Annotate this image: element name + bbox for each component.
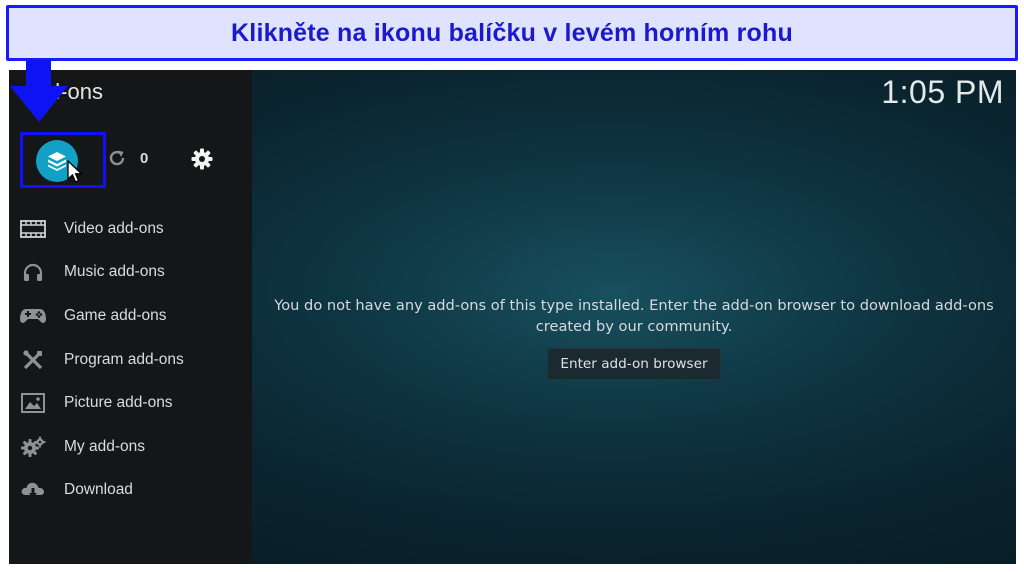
sidebar-item-label: Picture add-ons [64,394,173,412]
sidebar-item-video-addons[interactable]: Video add-ons [9,207,252,251]
enter-addon-browser-button[interactable]: Enter add-on browser [547,348,721,380]
pointer-arrow-icon [10,60,68,122]
gears-icon [19,436,47,458]
empty-state-message: You do not have any add-ons of this type… [274,297,994,335]
sidebar-item-label: My add-ons [64,437,145,455]
sidebar-item-my-addons[interactable]: My add-ons [9,425,252,469]
update-count: 0 [140,150,149,167]
cloud-download-icon [19,479,47,501]
kodi-window: Add-ons 0 [9,70,1016,564]
mouse-cursor-icon [67,160,84,183]
headphones-icon [19,261,47,283]
sidebar-item-picture-addons[interactable]: Picture add-ons [9,381,252,425]
gear-icon[interactable] [190,147,214,171]
instruction-banner: Klikněte na ikonu balíčku v levém horním… [6,5,1018,61]
picture-icon [19,392,47,414]
refresh-icon[interactable] [107,148,127,168]
tools-icon [19,349,47,371]
sidebar-item-label: Video add-ons [64,219,164,237]
sidebar-item-program-addons[interactable]: Program add-ons [9,338,252,382]
sidebar-item-download[interactable]: Download [9,469,252,513]
sidebar-menu: Video add-ons Music add-ons Game add-ons… [9,207,252,512]
gamepad-icon [19,305,47,327]
sidebar-item-label: Game add-ons [64,306,167,324]
sidebar-item-label: Download [64,481,133,499]
sidebar-item-label: Music add-ons [64,263,165,281]
sidebar-item-music-addons[interactable]: Music add-ons [9,251,252,295]
film-icon [19,218,47,240]
sidebar-toolbar: 0 [9,130,252,190]
package-icon [48,152,66,171]
sidebar-item-label: Program add-ons [64,350,184,368]
sidebar-item-game-addons[interactable]: Game add-ons [9,294,252,338]
instruction-text: Klikněte na ikonu balíčku v levém horním… [231,18,793,47]
clock: 1:05 PM [881,74,1004,110]
sidebar: Add-ons 0 [9,70,252,564]
